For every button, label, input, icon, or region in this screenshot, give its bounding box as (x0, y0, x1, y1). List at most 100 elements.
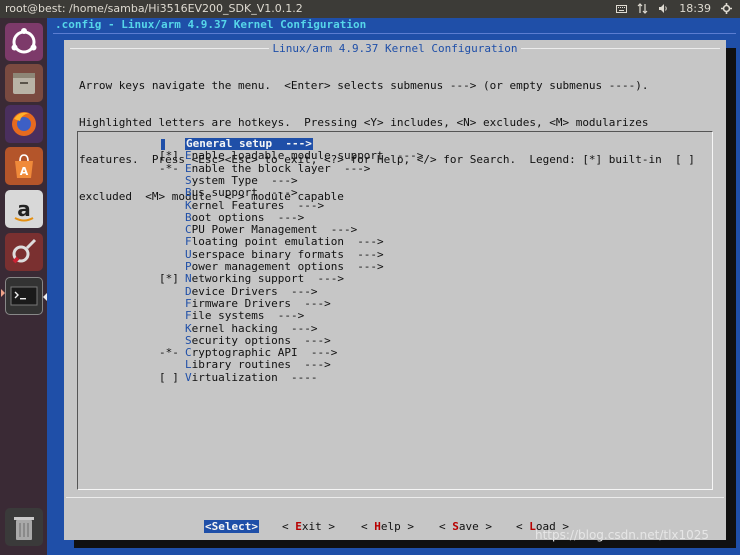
button-hotkey: H (374, 520, 381, 533)
menu-item-label: Security options ---> (185, 333, 331, 347)
menu-item-hotkey: D (185, 284, 192, 298)
menu-item-hotkey: E (185, 149, 192, 163)
top-panel: root@best: /home/samba/Hi3516EV200_SDK_V… (0, 0, 740, 18)
menu-item-text: ower management options ---> (191, 260, 384, 273)
menu-item-text: ryptographic API ---> (191, 346, 338, 360)
software-center-icon[interactable]: A (5, 147, 43, 185)
menu-item-hotkey: S (185, 173, 192, 187)
menu-item-hotkey: P (185, 260, 192, 273)
save-button[interactable]: < Save > (439, 520, 492, 533)
menu-item-label: Enable loadable module support ---> (185, 150, 423, 162)
menu-item-label: Enable the block layer ---> (185, 161, 371, 175)
menu-item-label: Floating point emulation ---> (185, 236, 384, 248)
menu-item-text: ile systems ---> (191, 309, 305, 323)
menu-item-label: File systems ---> (185, 310, 304, 322)
menu-item-text: ernel Features ---> (191, 198, 325, 212)
menu-item-mark: [ ] (159, 370, 179, 384)
menu-item-label: CPU Power Management ---> (185, 224, 357, 236)
menu-item-text: irtualization ---- (191, 370, 318, 384)
menu-item-label: Networking support ---> (185, 273, 344, 285)
firefox-icon[interactable] (5, 105, 43, 143)
button-bracket: < (516, 520, 530, 533)
volume-icon[interactable] (658, 3, 669, 14)
button-separator (66, 497, 724, 498)
menu-item-hotkey: C (185, 346, 192, 360)
menu-item-hotkey: L (185, 358, 192, 372)
menu-item-hotkey: G (186, 137, 193, 150)
watermark: https://blog.csdn.net/tlx1025 (535, 528, 710, 542)
button-label: xit (301, 520, 322, 533)
trash-icon[interactable] (5, 508, 43, 546)
menu-item-label: Device Drivers ---> (185, 284, 318, 298)
menu-item-text: oot options ---> (191, 210, 305, 224)
menu-item-text: eneral setup ---> (192, 137, 312, 150)
gear-icon[interactable] (721, 3, 732, 14)
ubuntu-dash-icon[interactable] (5, 23, 43, 61)
menu-item-mark: [*] (159, 272, 179, 286)
menu-item-hotkey: V (185, 370, 192, 384)
menu-item-hotkey: E (185, 161, 192, 175)
menu-item-text: ecurity options ---> (191, 333, 331, 347)
system-settings-icon[interactable] (5, 233, 43, 271)
menu-item-hotkey: K (185, 198, 192, 212)
terminal-icon[interactable] (5, 277, 43, 315)
network-icon[interactable] (637, 3, 648, 14)
menu-item-text: evice Drivers ---> (191, 284, 318, 298)
menu-item-text: us support ---> (191, 186, 298, 200)
button-bracket: > (251, 520, 258, 533)
menu-item-hotkey: F (185, 296, 192, 310)
button-hotkey: E (295, 520, 302, 533)
help-button[interactable]: < Help > (361, 520, 414, 533)
menu-item-label: General setup ---> (185, 138, 313, 150)
button-bracket: > (478, 520, 492, 533)
dialog-title: Linux/arm 4.9.37 Kernel Configuration (64, 42, 726, 55)
menu-item-label: Cryptographic API ---> (185, 347, 337, 359)
window-title: root@best: /home/samba/Hi3516EV200_SDK_V… (5, 2, 303, 15)
keyboard-icon[interactable] (616, 3, 628, 14)
menu-item-text: nable loadable module support ---> (191, 149, 424, 163)
dialog-title-text: Linux/arm 4.9.37 Kernel Configuration (269, 42, 521, 55)
button-label: elp (380, 520, 401, 533)
menu-item-text: nable the block layer ---> (191, 161, 371, 175)
menu-item-hotkey: S (185, 333, 192, 347)
menu-item-label: Bus support ---> (185, 187, 298, 199)
files-icon[interactable] (5, 64, 43, 102)
button-label: elect (218, 520, 252, 533)
menu-item-text: ernel hacking ---> (191, 321, 318, 335)
menu-item-hotkey: K (185, 321, 192, 335)
menu-item-text: serspace binary formats ---> (191, 247, 384, 261)
menu-item-hotkey: U (185, 247, 192, 261)
button-bracket: > (321, 520, 335, 533)
menu-list[interactable]: General setup ---> [*] Enable loadable mo… (77, 131, 713, 490)
menu-item-text: ystem Type ---> (191, 173, 298, 187)
clock[interactable]: 18:39 (679, 2, 711, 15)
menu-item-hotkey: B (185, 210, 192, 224)
help-line: Arrow keys navigate the menu. <Enter> se… (79, 78, 649, 92)
menu-item-label: Boot options ---> (185, 210, 305, 224)
menu-item-hotkey: F (185, 235, 192, 249)
menu-item-label: Kernel hacking ---> (185, 321, 318, 335)
menu-item-text: ibrary routines ---> (191, 358, 331, 372)
menu-item-text: loating point emulation ---> (191, 235, 384, 249)
button-bracket: < (439, 520, 453, 533)
system-tray: 18:39 (616, 2, 732, 15)
dialog-shadow (726, 48, 736, 548)
menu-item-text: PU Power Management ---> (191, 223, 358, 237)
terminal-window[interactable]: .config - Linux/arm 4.9.37 Kernel Config… (47, 18, 740, 555)
svg-text:a: a (17, 197, 31, 221)
help-line: Highlighted letters are hotkeys. Pressin… (79, 116, 649, 130)
select-button[interactable]: <Select> (204, 520, 259, 533)
launcher: A a (0, 18, 47, 555)
exit-button[interactable]: < Exit > (282, 520, 335, 533)
menu-item-label: Userspace binary formats ---> (185, 247, 384, 261)
menu-item-label: System Type ---> (185, 173, 298, 187)
menu-item-label: Firmware Drivers ---> (185, 296, 331, 310)
menu-item-mark: [*] (159, 149, 179, 163)
menuconfig-dialog: Linux/arm 4.9.37 Kernel Configuration Ar… (64, 40, 726, 540)
menu-item-hotkey: N (185, 272, 192, 286)
menu-item-label: Kernel Features ---> (185, 198, 325, 212)
button-bracket: < (282, 520, 296, 533)
menu-item-hotkey: C (185, 223, 192, 237)
amazon-icon[interactable]: a (5, 190, 43, 228)
menu-item-label: Power management options ---> (185, 261, 384, 273)
